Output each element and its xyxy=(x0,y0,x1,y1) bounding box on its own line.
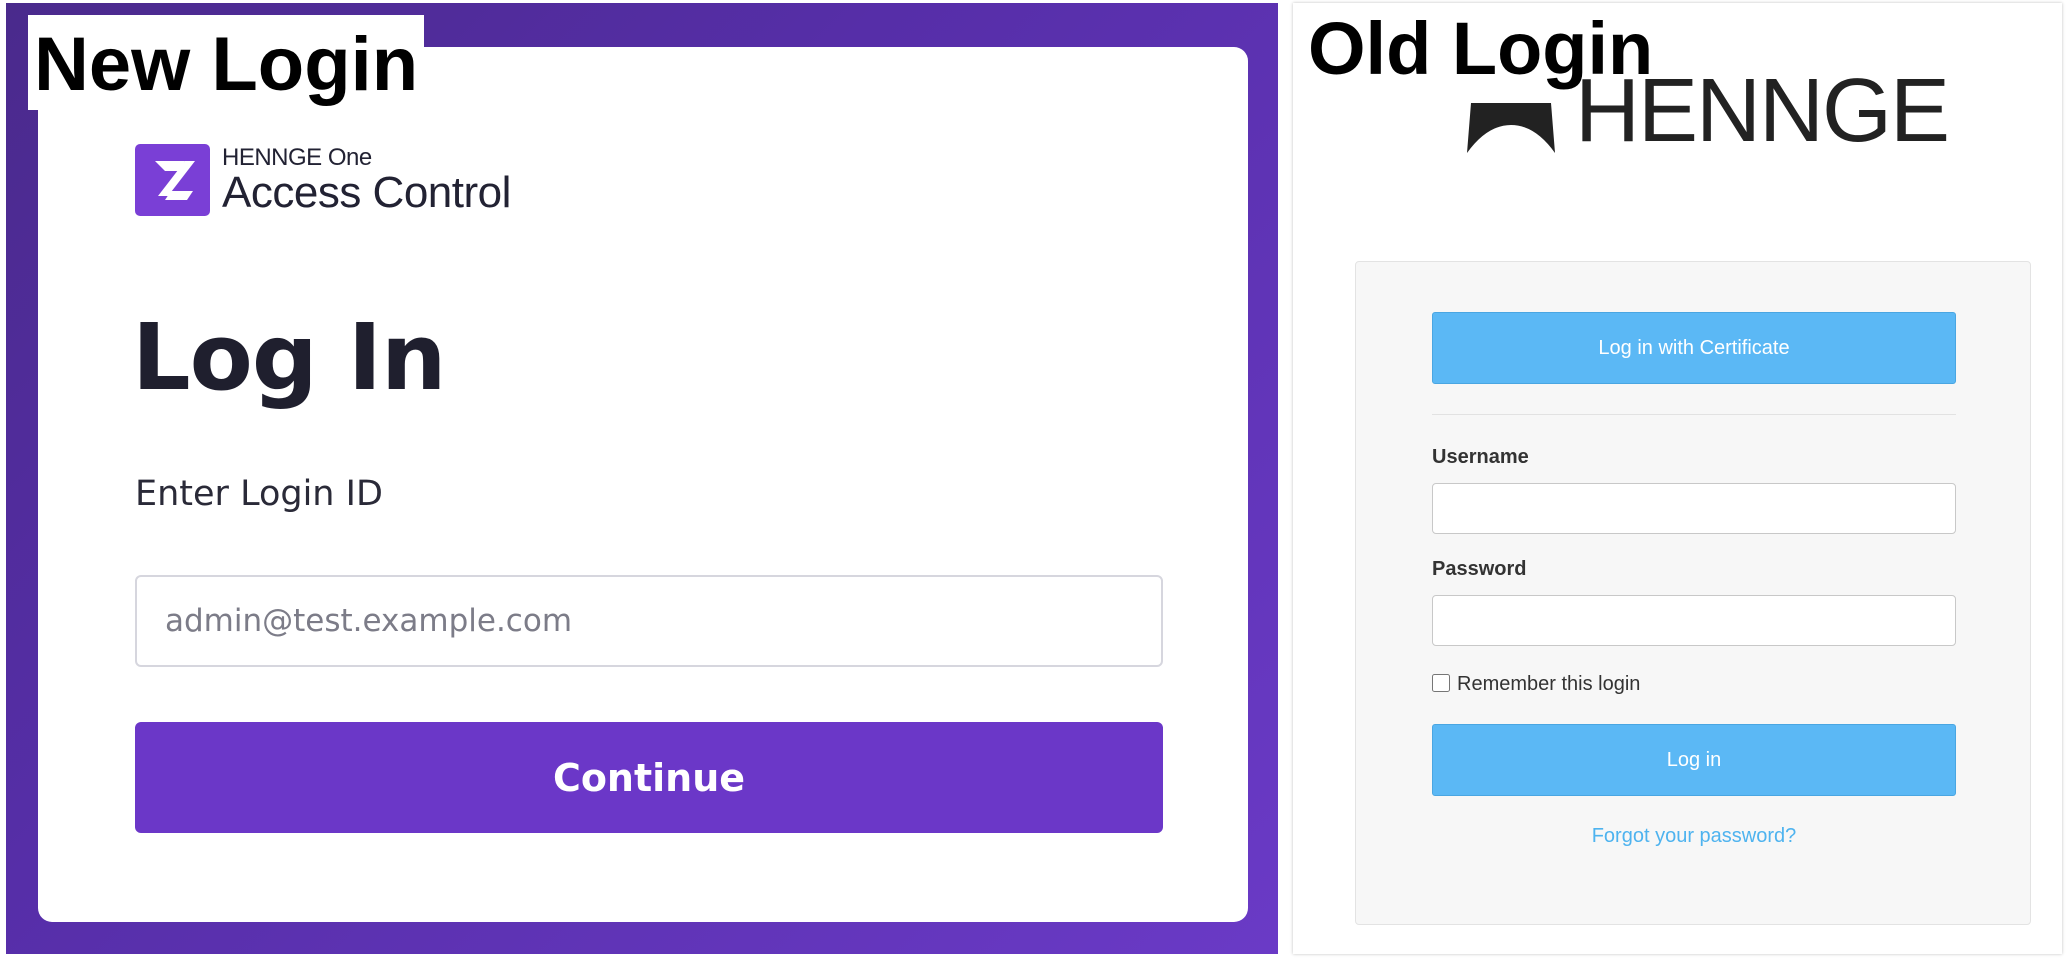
henge-one-logo-icon xyxy=(135,144,210,216)
login-id-input[interactable] xyxy=(135,575,1163,667)
login-id-label: Enter Login ID xyxy=(135,474,383,514)
old-login-panel: Old Login HENNGE Log in with Certificate… xyxy=(1293,3,2062,954)
henne-logo-icon xyxy=(1465,95,1557,155)
username-input[interactable] xyxy=(1432,483,1956,534)
product-name: Access Control xyxy=(222,168,511,217)
password-label: Password xyxy=(1432,558,1527,580)
certificate-login-button[interactable]: Log in with Certificate xyxy=(1432,312,1956,384)
remember-label: Remember this login xyxy=(1457,673,1641,695)
continue-button[interactable]: Continue xyxy=(135,722,1163,833)
forgot-password-link[interactable]: Forgot your password? xyxy=(1432,825,1956,848)
login-button[interactable]: Log in xyxy=(1432,724,1956,796)
login-form-box: Log in with Certificate Username Passwor… xyxy=(1355,261,2031,925)
page-title: Log In xyxy=(132,304,446,411)
divider xyxy=(1432,414,1956,415)
new-login-panel: New Login HENNGE One Access Control Log … xyxy=(6,3,1278,954)
username-label: Username xyxy=(1432,446,1529,468)
new-login-caption: New Login xyxy=(28,15,425,110)
old-login-caption: Old Login xyxy=(1308,7,1654,90)
remember-checkbox[interactable] xyxy=(1432,674,1450,692)
password-input[interactable] xyxy=(1432,595,1956,646)
